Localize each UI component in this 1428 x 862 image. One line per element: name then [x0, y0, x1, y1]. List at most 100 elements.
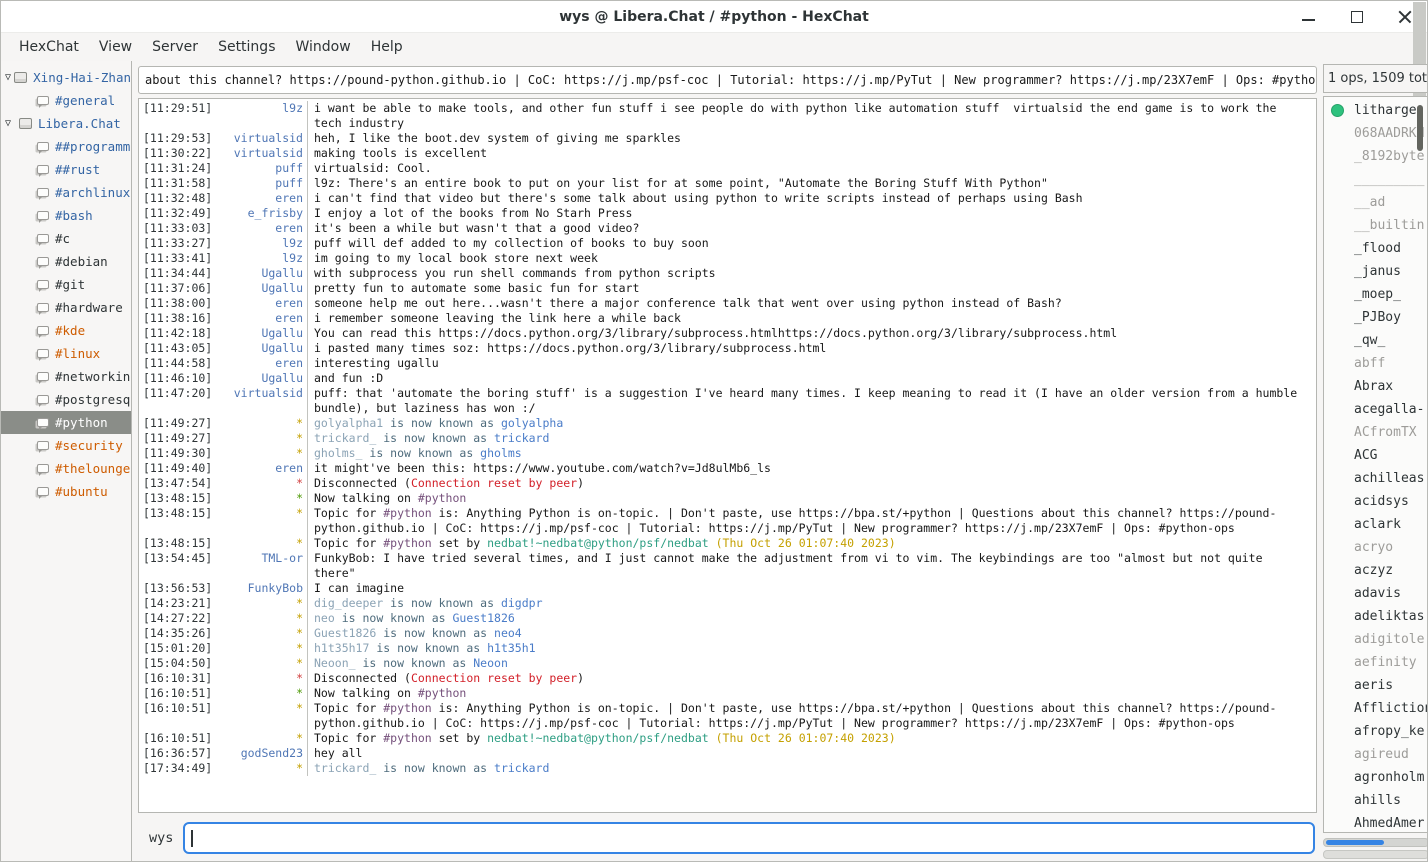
user-list-item[interactable]: _________ [1324, 168, 1428, 191]
event-star: * [296, 476, 303, 491]
chat-line: [13:56:53]FunkyBobI can imagine [143, 581, 1316, 596]
menu-server[interactable]: Server [142, 36, 208, 58]
user-list-item[interactable]: ACfromTX [1324, 421, 1428, 444]
sidebar-item-c[interactable]: #c [1, 227, 131, 250]
chat-line: [13:47:54]*Disconnected (Connection rese… [143, 476, 1316, 491]
server-tree[interactable]: ▽Xing-Hai-Zhan#general▽Libera.Chat##prog… [1, 61, 132, 862]
topic-bar[interactable]: about this channel? https://pound-python… [138, 66, 1317, 94]
user-list-item[interactable]: ACG [1324, 444, 1428, 467]
channel-label: #linux [55, 346, 100, 361]
user-list-item[interactable]: _PJBoy [1324, 306, 1428, 329]
user-list-item[interactable]: adavis [1324, 582, 1428, 605]
menu-window[interactable]: Window [285, 36, 360, 58]
sidebar-item-kde[interactable]: #kde [1, 319, 131, 342]
user-list-item[interactable]: _moep_ [1324, 283, 1428, 306]
user-list-item[interactable]: __builtin [1324, 214, 1428, 237]
user-list-item[interactable]: afropy_ke [1324, 720, 1428, 743]
user-list-item[interactable]: _janus [1324, 260, 1428, 283]
sidebar-item-hardware[interactable]: #hardware [1, 296, 131, 319]
chat-bubble-icon [37, 326, 49, 335]
sidebar-item-postgresql[interactable]: #postgresql [1, 388, 131, 411]
user-list-item[interactable]: aclark [1324, 513, 1428, 536]
userlist-horizontal-scrollbar-thumb[interactable] [1326, 840, 1384, 845]
user-list-item[interactable]: 068AADRKN [1324, 122, 1428, 145]
userlist-horizontal-scrollbar[interactable] [1323, 838, 1428, 847]
chat-log[interactable]: [11:29:51]l9zi want be able to make tool… [138, 98, 1317, 813]
input-bar: wys [138, 813, 1317, 862]
text-cursor [191, 830, 193, 847]
chat-line-meta: [11:47:20]virtualsid [143, 386, 303, 401]
user-list-item[interactable]: abff [1324, 352, 1428, 375]
user-list-item[interactable]: agronholm [1324, 766, 1428, 789]
sidebar-item-python[interactable]: #python [1, 411, 131, 434]
userlist-scrollbar-thumb[interactable] [1417, 105, 1423, 151]
tree-expander-icon[interactable]: ▽ [5, 118, 19, 129]
message-input[interactable] [183, 822, 1315, 854]
user-nick: achilleas [1354, 471, 1424, 486]
maximize-button[interactable] [1347, 7, 1367, 27]
user-list-item[interactable]: agireud [1324, 743, 1428, 766]
sidebar-item-bash[interactable]: #bash [1, 204, 131, 227]
user-list-item[interactable]: litharge [1324, 99, 1428, 122]
sidebar-item-networking[interactable]: #networking [1, 365, 131, 388]
user-list-item[interactable]: aeris [1324, 674, 1428, 697]
sidebar-item-git[interactable]: #git [1, 273, 131, 296]
sidebar-item-thelounge[interactable]: #thelounge [1, 457, 131, 480]
timestamp: [11:31:58] [143, 176, 212, 191]
sidebar-server-xinghaizhan[interactable]: ▽Xing-Hai-Zhan [1, 66, 131, 89]
title-bar: wys @ Libera.Chat / #python - HexChat [1, 1, 1427, 33]
user-list-item[interactable]: acryo [1324, 536, 1428, 559]
user-list-item[interactable]: acegalla- [1324, 398, 1428, 421]
message-segment-chan: #python [418, 686, 466, 700]
sidebar-item-linux[interactable]: #linux [1, 342, 131, 365]
user-nick: __ad [1354, 195, 1385, 210]
minimize-button[interactable] [1299, 7, 1319, 27]
sidebar-item-general[interactable]: #general [1, 89, 131, 112]
user-list-item[interactable]: __ad [1324, 191, 1428, 214]
message-segment-m: i want be able to make tools, and other … [314, 101, 1283, 130]
user-list-item[interactable]: _qw_ [1324, 329, 1428, 352]
user-list-item[interactable]: _8192byte [1324, 145, 1428, 168]
chat-line: [11:33:27]l9zpuff will def added to my c… [143, 236, 1316, 251]
user-list-item[interactable]: aczyz [1324, 559, 1428, 582]
sidebar-item-security[interactable]: #security [1, 434, 131, 457]
user-list-item[interactable]: AhmedAmer [1324, 812, 1428, 833]
user-list-item[interactable]: adeliktas [1324, 605, 1428, 628]
message-text: Topic for #python set by nedbat!~nedbat@… [307, 536, 1302, 551]
message-segment-old: Neoon_ [314, 656, 356, 670]
user-list[interactable]: litharge068AADRKN_8192byte_________ __ad _… [1323, 96, 1428, 833]
sidebar-item-archlinux[interactable]: #archlinux [1, 181, 131, 204]
user-list-item[interactable]: _flood [1324, 237, 1428, 260]
sidebar-item-debian[interactable]: #debian [1, 250, 131, 273]
sidebar-item-ubuntu[interactable]: #ubuntu [1, 480, 131, 503]
user-list-item[interactable]: Abrax [1324, 375, 1428, 398]
menu-hexchat[interactable]: HexChat [9, 36, 89, 58]
message-segment-new: digdpr [501, 596, 543, 610]
user-nick: ahills [1354, 793, 1401, 808]
userlist-scrollbar[interactable] [1415, 97, 1425, 832]
user-list-item[interactable]: aefinity [1324, 651, 1428, 674]
menu-settings[interactable]: Settings [208, 36, 285, 58]
user-list-item[interactable]: Affliction [1324, 697, 1428, 720]
menu-help[interactable]: Help [361, 36, 413, 58]
tree-expander-icon[interactable]: ▽ [5, 72, 14, 83]
event-star: * [296, 686, 303, 701]
message-segment-date: (Thu Oct 26 01:07:40 2023) [716, 536, 896, 550]
message-text: h1t35h17 is now known as h1t35h1 [307, 641, 1302, 656]
message-segment-act: is now known as [376, 431, 494, 445]
menu-view[interactable]: View [89, 36, 142, 58]
timestamp: [11:29:53] [143, 131, 212, 146]
message-text: Topic for #python is: Anything Python is… [307, 701, 1302, 731]
sidebar-item-rust[interactable]: ##rust [1, 158, 131, 181]
sidebar-item-programming[interactable]: ##programming [1, 135, 131, 158]
chat-bubble-icon [37, 142, 49, 151]
user-list-item[interactable]: adigitole [1324, 628, 1428, 651]
close-button[interactable] [1395, 7, 1415, 27]
sidebar-server-liberachat[interactable]: ▽Libera.Chat [1, 112, 131, 135]
message-segment-m: puff will def added to my collection of … [314, 236, 709, 250]
chat-line-meta: [11:38:00]eren [143, 296, 303, 311]
channel-label: ##rust [55, 162, 100, 177]
user-list-item[interactable]: achilleas [1324, 467, 1428, 490]
user-list-item[interactable]: ahills [1324, 789, 1428, 812]
user-list-item[interactable]: acidsys [1324, 490, 1428, 513]
